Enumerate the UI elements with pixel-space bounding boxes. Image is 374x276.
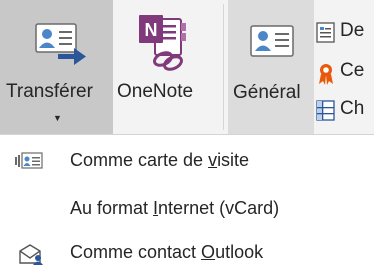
all-fields-button[interactable]: Ch [316, 98, 374, 126]
general-label: Général [233, 82, 301, 103]
certificate-icon [316, 62, 336, 88]
certificates-label: Ce [340, 60, 365, 81]
menu-item-vcard[interactable]: Au format Internet (vCard) [0, 190, 374, 230]
onenote-button[interactable]: N OneNote [113, 0, 212, 134]
details-icon [316, 22, 336, 48]
ribbon: Transférer ▼ N OneNote Général De Ce Ch [0, 0, 374, 134]
details-button[interactable]: De [316, 20, 374, 48]
forward-button[interactable]: Transférer ▼ [0, 0, 113, 134]
business-card-icon [15, 151, 43, 176]
menu-item-outlook-contact[interactable]: Comme contact Outlook [0, 234, 374, 274]
chevron-down-icon: ▼ [53, 113, 62, 123]
certificates-button[interactable]: Ce [316, 60, 374, 88]
onenote-icon: N [137, 13, 189, 76]
group-divider [223, 4, 224, 130]
contact-card-forward-icon [34, 22, 86, 73]
outlook-contact-icon [18, 243, 44, 270]
all-fields-label: Ch [340, 98, 365, 119]
contact-card-icon [250, 25, 294, 64]
menu-item-label: Comme carte de visite [70, 150, 250, 170]
general-button[interactable]: Général [228, 0, 314, 134]
menu-item-label: Au format Internet (vCard) [70, 198, 280, 218]
details-label: De [340, 20, 365, 41]
menu-item-label: Comme contact Outlook [70, 242, 264, 262]
menu-item-business-card[interactable]: Comme carte de visite [0, 142, 374, 182]
svg-text:N: N [145, 20, 158, 40]
forward-dropdown-menu: Comme carte de visite Au format Internet… [0, 134, 374, 276]
all-fields-icon [316, 100, 336, 126]
onenote-label: OneNote [117, 81, 194, 102]
forward-label: Transférer [6, 81, 93, 102]
